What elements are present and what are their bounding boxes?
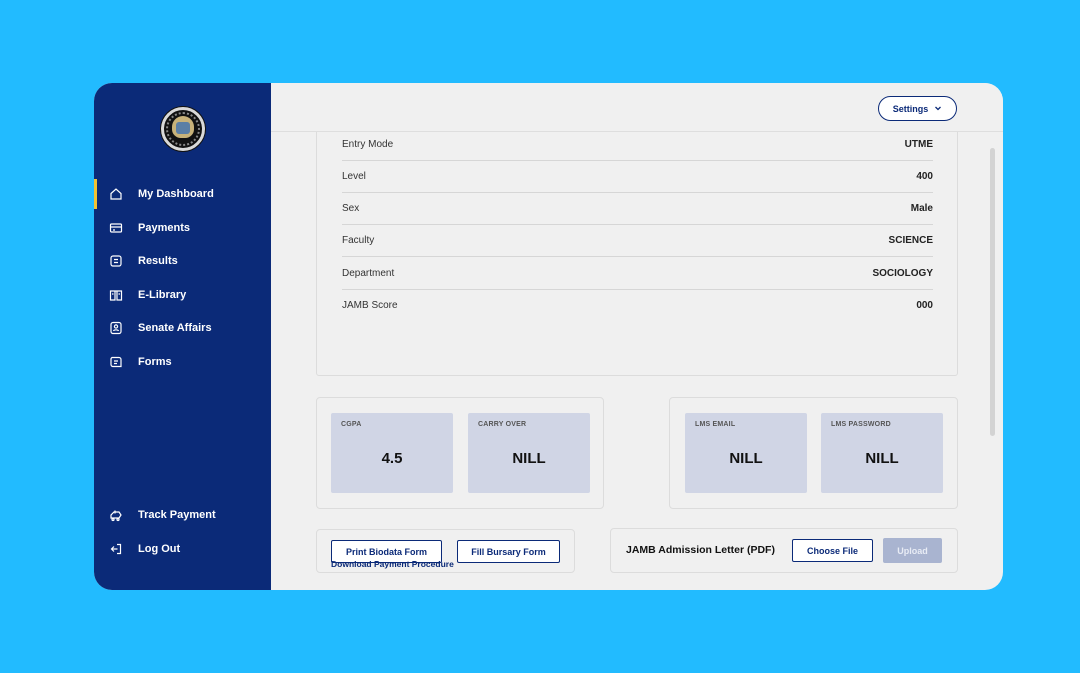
stat-value: NILL: [865, 450, 899, 467]
settings-label: Settings: [892, 103, 929, 114]
info-key: Sex: [342, 203, 360, 214]
home-icon: [109, 187, 123, 201]
stat-title: CARRY OVER: [478, 421, 527, 428]
academic-stats-panel: CGPA 4.5 CARRY OVER NILL: [316, 397, 604, 509]
sidebar-item-label: E-Library: [138, 289, 187, 301]
university-logo: [161, 107, 205, 151]
info-key: Department: [342, 268, 395, 279]
stat-title: CGPA: [341, 421, 362, 428]
info-value: UTME: [904, 139, 933, 150]
settings-button[interactable]: Settings: [878, 96, 957, 121]
sidebar-item-results[interactable]: Results: [94, 246, 271, 276]
logout-icon: [109, 542, 123, 556]
app-window: My Dashboard Payments Results E-Library …: [94, 83, 1003, 590]
info-key: Faculty: [342, 235, 375, 246]
info-row-sex: Sex Male: [342, 193, 933, 225]
info-value: 000: [916, 300, 933, 311]
info-key: JAMB Score: [342, 300, 398, 311]
card-icon: [109, 221, 123, 235]
info-key: Entry Mode: [342, 139, 394, 150]
track-icon: [109, 508, 123, 522]
top-bar: Settings: [271, 83, 1003, 132]
sidebar-item-e-library[interactable]: E-Library: [94, 280, 271, 310]
info-key: Level: [342, 171, 366, 182]
info-value: SCIENCE: [888, 235, 933, 246]
sidebar-item-label: Results: [138, 255, 178, 267]
info-row-faculty: Faculty SCIENCE: [342, 225, 933, 257]
chevron-down-icon: [934, 104, 942, 114]
jamb-upload-panel: JAMB Admission Letter (PDF) Choose File …: [610, 528, 958, 573]
user-badge-icon: [109, 321, 123, 335]
sidebar-item-label: Senate Affairs: [138, 322, 212, 334]
lms-password-card: LMS PASSWORD NILL: [821, 413, 943, 493]
carry-over-card: CARRY OVER NILL: [468, 413, 590, 493]
info-value: SOCIOLOGY: [872, 268, 933, 279]
stat-title: LMS EMAIL: [695, 421, 736, 428]
sidebar-item-payments[interactable]: Payments: [94, 213, 271, 243]
book-icon: [109, 288, 123, 302]
stat-value: NILL: [512, 450, 546, 467]
sidebar-item-label: Forms: [138, 356, 172, 368]
info-row-jamb-score: JAMB Score 000: [342, 290, 933, 322]
sidebar-item-log-out[interactable]: Log Out: [94, 534, 271, 564]
sidebar-item-senate-affairs[interactable]: Senate Affairs: [94, 313, 271, 343]
info-value: 400: [916, 171, 933, 182]
document-icon: [109, 254, 123, 268]
info-value: Male: [910, 203, 933, 214]
sidebar-item-label: Track Payment: [138, 509, 216, 521]
sidebar-item-forms[interactable]: Forms: [94, 347, 271, 377]
sidebar-item-label: Payments: [138, 222, 190, 234]
lms-credentials-panel: LMS EMAIL NILL LMS PASSWORD NILL: [669, 397, 958, 509]
stat-title: LMS PASSWORD: [831, 421, 891, 428]
download-payment-procedure-link[interactable]: Download Payment Procedure: [331, 559, 454, 569]
sidebar-item-label: Log Out: [138, 543, 181, 555]
sidebar-item-my-dashboard[interactable]: My Dashboard: [94, 179, 271, 209]
info-row-department: Department SOCIOLOGY: [342, 258, 933, 290]
upload-button[interactable]: Upload: [883, 538, 942, 563]
forms-icon: [109, 355, 123, 369]
stat-value: NILL: [729, 450, 763, 467]
sidebar-item-label: My Dashboard: [138, 188, 214, 200]
info-row-level: Level 400: [342, 161, 933, 193]
cgpa-card: CGPA 4.5: [331, 413, 453, 493]
lms-email-card: LMS EMAIL NILL: [685, 413, 807, 493]
choose-file-button[interactable]: Choose File: [792, 539, 873, 562]
sidebar-item-track-payment[interactable]: Track Payment: [94, 500, 271, 530]
scrollbar[interactable]: [990, 148, 995, 436]
student-info-card: Entry Mode UTME Level 400 Sex Male Facul…: [316, 132, 958, 376]
info-row-entry-mode: Entry Mode UTME: [342, 132, 933, 161]
stat-value: 4.5: [381, 450, 403, 467]
jamb-letter-label: JAMB Admission Letter (PDF): [626, 544, 775, 556]
fill-bursary-button[interactable]: Fill Bursary Form: [457, 540, 560, 563]
main-content: Entry Mode UTME Level 400 Sex Male Facul…: [271, 132, 1003, 590]
sidebar: My Dashboard Payments Results E-Library …: [94, 83, 271, 590]
